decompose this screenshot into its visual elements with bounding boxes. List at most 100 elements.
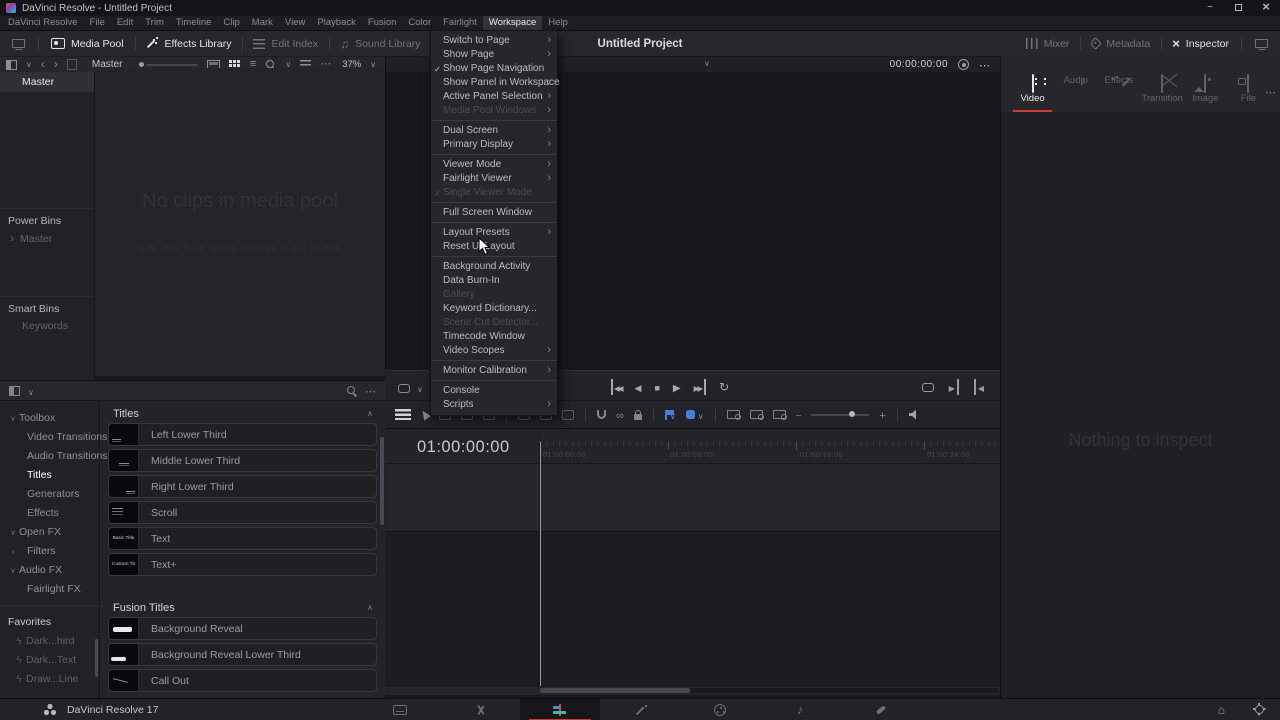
full-extent-zoom-icon[interactable] [726, 410, 741, 420]
play-button[interactable] [673, 379, 681, 395]
detail-zoom-icon[interactable] [749, 410, 764, 420]
effects-tree-item[interactable]: ∨ Toolbox [0, 409, 99, 428]
timeline-horizontal-scrollbar[interactable] [540, 688, 998, 693]
title-item[interactable]: Middle Lower Third [108, 449, 377, 472]
workspace-menu-item[interactable] [432, 380, 556, 381]
toolbar-button[interactable]: Mixer [1015, 31, 1081, 56]
chevron-down-icon[interactable] [670, 407, 676, 423]
workspace-menu-item[interactable]: Monitor Calibration [431, 363, 557, 378]
workspace-menu-item[interactable]: Gallery [431, 288, 557, 302]
toolbar-button[interactable]: Metadata [1080, 31, 1161, 56]
collapse-icon[interactable] [367, 604, 373, 612]
workspace-menu-item[interactable] [432, 360, 556, 361]
playhead[interactable] [540, 442, 541, 686]
fusion-title-item[interactable]: Background Reveal [108, 617, 377, 640]
favorite-item[interactable]: Draw...Line [0, 670, 99, 689]
effects-tree-item[interactable]: Video Transitions [0, 428, 107, 447]
titles-section-header[interactable]: Titles [108, 402, 377, 423]
chevron-down-icon[interactable] [417, 380, 423, 396]
chevron-down-icon[interactable] [26, 60, 32, 70]
viewer-source-dropdown-icon[interactable] [704, 59, 710, 68]
custom-zoom-icon[interactable] [772, 410, 787, 420]
zoom-out-icon[interactable] [796, 407, 802, 423]
step-back-button[interactable] [635, 379, 642, 395]
fusion-title-item[interactable]: Background Reveal Lower Third [108, 643, 377, 666]
menu-bar-item[interactable]: Clip [217, 16, 245, 30]
page-button[interactable] [440, 699, 520, 720]
page-button[interactable] [760, 699, 840, 720]
toolbar-button[interactable]: Inspector [1161, 31, 1240, 56]
scrollbar-thumb[interactable] [540, 688, 690, 693]
power-bins-header[interactable]: Power Bins [0, 208, 94, 227]
go-to-end-button[interactable] [694, 379, 707, 395]
workspace-menu-item[interactable] [432, 222, 556, 223]
menu-bar-item[interactable]: DaVinci Resolve [2, 16, 84, 30]
workspace-menu-item[interactable]: Video Scopes [431, 343, 557, 358]
import-media-icon[interactable] [66, 59, 77, 70]
next-marker-icon[interactable] [949, 379, 959, 395]
collapse-icon[interactable] [367, 410, 373, 418]
inspector-tab[interactable]: Transition [1141, 70, 1184, 112]
title-item[interactable]: Right Lower Third [108, 475, 377, 498]
grab-still-button[interactable] [0, 31, 37, 56]
page-button[interactable] [360, 699, 440, 720]
inspector-tab[interactable]: Audio [1054, 70, 1097, 112]
toolbar-button[interactable]: Media Pool [40, 31, 135, 56]
smart-bins-header[interactable]: Smart Bins [0, 296, 94, 315]
media-pool-content[interactable]: No clips in media pool Add clips from Me… [95, 68, 385, 376]
audio-monitor-icon[interactable] [908, 409, 916, 420]
project-settings-icon[interactable] [1252, 702, 1264, 714]
back-icon[interactable] [41, 58, 45, 71]
match-frame-icon[interactable] [398, 383, 410, 393]
chevron-down-icon[interactable] [698, 407, 704, 423]
menu-bar-item[interactable]: Timeline [170, 16, 218, 30]
inspector-options-icon[interactable] [1265, 84, 1276, 100]
workspace-menu-item[interactable]: Keyword Dictionary... [431, 302, 557, 316]
effects-tree-item[interactable]: › Filters [0, 542, 99, 561]
previous-marker-icon[interactable] [973, 379, 984, 395]
page-button[interactable] [840, 699, 920, 720]
timeline-ruler[interactable]: 01:00:00:00 01:00:08:00 01:00:16:00 01:0… [540, 441, 1000, 463]
menu-bar-item[interactable]: Mark [246, 16, 279, 30]
workspace-menu-item[interactable]: Scripts [431, 397, 557, 412]
replace-clip-icon[interactable] [562, 409, 574, 420]
workspace-menu-item[interactable]: Show Page Navigation [431, 62, 557, 76]
page-button[interactable] [520, 699, 600, 720]
inspector-tab[interactable]: File [1227, 70, 1270, 112]
workspace-menu-item[interactable]: Single Viewer Mode [431, 186, 557, 200]
timeline-zoom-slider[interactable] [811, 411, 870, 417]
effects-tree-item[interactable]: Generators [0, 485, 99, 504]
workspace-menu-item[interactable]: Layout Presets [431, 225, 557, 240]
chevron-down-icon[interactable] [28, 383, 34, 399]
toolbar-button[interactable]: Edit Index [242, 31, 329, 56]
project-manager-icon[interactable] [1218, 702, 1225, 718]
workspace-menu-item[interactable]: Data Burn-In [431, 274, 557, 288]
timeline-view-options-icon[interactable] [395, 409, 411, 420]
title-item[interactable]: Basic Title Text [108, 527, 377, 550]
workspace-menu-item[interactable]: Switch to Page [431, 33, 557, 48]
marker-icon[interactable] [685, 410, 695, 419]
tree-scrollbar[interactable] [95, 639, 98, 677]
minimize-button[interactable] [1196, 0, 1224, 16]
page-button[interactable] [600, 699, 680, 720]
close-button[interactable] [1252, 0, 1280, 16]
toolbar-button[interactable]: Sound Library [329, 31, 431, 56]
zoom-in-icon[interactable] [879, 407, 885, 423]
effects-tree-item[interactable]: Effects [0, 504, 99, 523]
effects-tree-item[interactable]: Fairlight FX [0, 580, 99, 599]
grab-still-icon[interactable] [958, 59, 969, 70]
timeline-body[interactable]: 01:00:00:00 01:00:00:00 01:00:08:00 01:0… [385, 428, 1000, 695]
effects-tree-item[interactable]: Audio Transitions [0, 447, 108, 466]
effects-tree-item[interactable]: Titles [0, 466, 99, 485]
bin-list-toggle-icon[interactable] [6, 59, 17, 70]
menu-bar-item[interactable]: File [84, 16, 111, 30]
workspace-menu-item[interactable]: Show Panel in Workspace [431, 75, 560, 90]
workspace-menu-item[interactable]: Reset UI Layout [431, 240, 557, 254]
grid-view-icon[interactable] [229, 60, 232, 63]
menu-bar-item[interactable]: Trim [139, 16, 170, 30]
menu-bar-item[interactable]: Fairlight [437, 16, 483, 30]
workspace-menu-item[interactable]: Scene Cut Detector... [431, 316, 557, 330]
effects-tree-item[interactable]: ∨ Open FX [0, 523, 99, 542]
maximize-button[interactable] [1224, 0, 1252, 16]
list-scrollbar[interactable] [380, 437, 384, 525]
